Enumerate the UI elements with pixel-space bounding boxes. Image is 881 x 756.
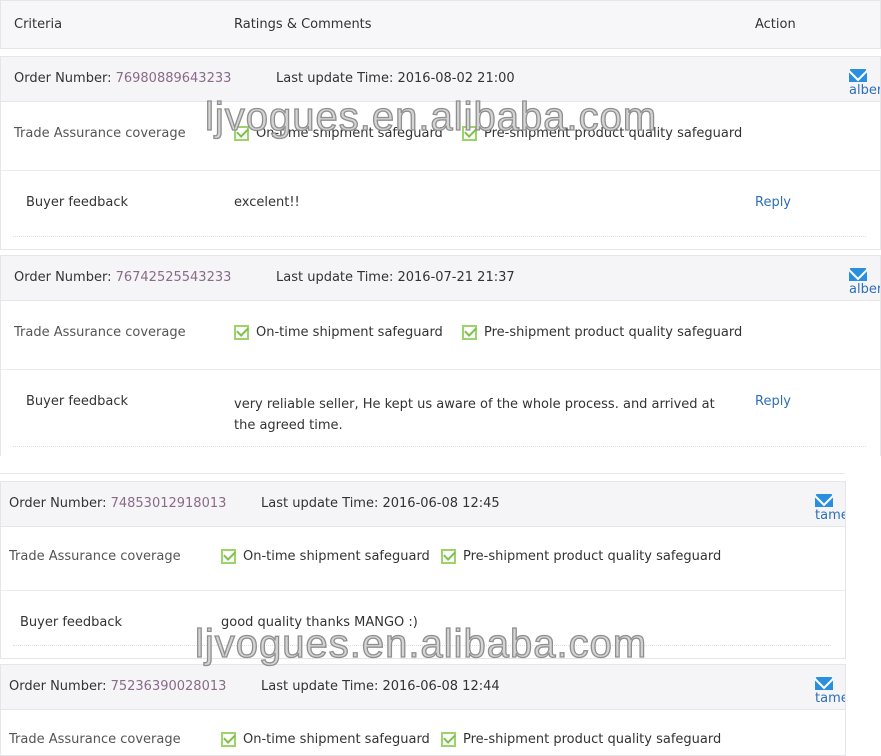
trade-label: Trade Assurance coverage [14,126,186,141]
update-time: 2016-06-08 12:45 [382,496,500,511]
action-header: Action [755,17,796,32]
envelope-icon[interactable] [849,69,867,82]
order-number[interactable]: 76742525543233 [116,270,232,285]
table-header: Criteria Ratings & Comments Action [0,0,881,49]
criteria-header: Criteria [14,17,63,32]
order-block: Order Number: 75236390028013 Last update… [0,664,846,756]
envelope-icon[interactable] [849,268,867,281]
update-label: Last update Time: [276,270,394,285]
order-number[interactable]: 75236390028013 [111,679,227,694]
trade-label: Trade Assurance coverage [14,325,186,340]
update-time: 2016-07-21 21:37 [397,270,515,285]
ratings-header: Ratings & Comments [234,17,372,32]
user-name[interactable]: alberto [849,83,880,98]
user-name[interactable]: alberto [849,282,880,297]
divider [0,473,845,474]
check-icon [462,126,477,141]
user-name[interactable]: tamer [815,508,845,523]
update-time: 2016-06-08 12:44 [382,679,500,694]
order-label: Order Number: [14,71,112,86]
check-icon [234,126,249,141]
feedback-text: excelent!! [234,195,300,210]
check-icon [234,325,249,340]
update-label: Last update Time: [261,496,379,511]
reply-link[interactable]: Reply [755,195,791,210]
order-number[interactable]: 76980889643233 [116,71,232,86]
buyer-label: Buyer feedback [26,394,129,409]
order-block: Order Number: 74853012918013 Last update… [0,481,846,659]
contact-user-link[interactable]: tamer [815,494,845,523]
update-label: Last update Time: [276,71,394,86]
check-icon [221,549,236,564]
feedback-text: good quality thanks MANGO :) [221,615,418,630]
envelope-icon[interactable] [815,677,833,690]
order-label: Order Number: [9,496,107,511]
contact-user-link[interactable]: tamer [815,677,845,706]
order-label: Order Number: [14,270,112,285]
buyer-label: Buyer feedback [20,615,123,630]
reply-link[interactable]: Reply [755,394,791,409]
ontime-label: On-time shipment safeguard [256,126,443,141]
update-time: 2016-08-02 21:00 [397,71,515,86]
user-name[interactable]: tamer [815,691,845,706]
preship-label: Pre-shipment product quality safeguard [463,549,722,564]
preship-label: Pre-shipment product quality safeguard [484,126,743,141]
check-icon [441,549,456,564]
buyer-label: Buyer feedback [26,195,129,210]
order-label: Order Number: [9,679,107,694]
contact-user-link[interactable]: alberto [849,69,880,98]
ontime-label: On-time shipment safeguard [256,325,443,340]
order-block: Order Number: 76980889643233 Last update… [0,56,881,250]
update-label: Last update Time: [261,679,379,694]
order-number[interactable]: 74853012918013 [111,496,227,511]
check-icon [462,325,477,340]
order-block: Order Number: 76742525543233 Last update… [0,255,881,456]
feedback-text: very reliable seller, He kept us aware o… [234,397,715,433]
trade-label: Trade Assurance coverage [9,549,181,564]
envelope-icon[interactable] [815,494,833,507]
ontime-label: On-time shipment safeguard [243,549,430,564]
preship-label: Pre-shipment product quality safeguard [484,325,743,340]
contact-user-link[interactable]: alberto [849,268,880,297]
